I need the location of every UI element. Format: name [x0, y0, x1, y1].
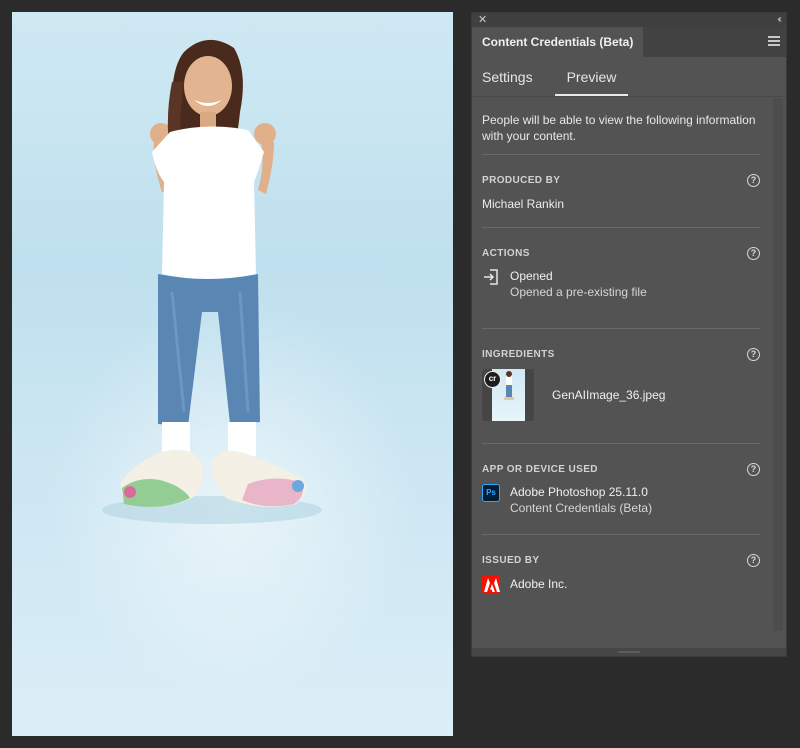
- issuer-name: Adobe Inc.: [510, 577, 568, 591]
- content-credentials-badge-icon: cr: [484, 371, 501, 388]
- photo-woman-clown-shoes: [102, 39, 322, 524]
- photoshop-icon: Ps: [482, 484, 500, 502]
- producer-name: Michael Rankin: [482, 197, 565, 211]
- help-icon[interactable]: ?: [747, 174, 760, 187]
- panel-resize-handle[interactable]: [472, 648, 786, 656]
- intro-text: People will be able to view the followin…: [482, 113, 756, 143]
- help-icon[interactable]: ?: [747, 554, 760, 567]
- open-file-icon: [484, 269, 498, 285]
- panel-tabbar: Content Credentials (Beta): [472, 27, 786, 57]
- section-app-device: APP OR DEVICE USED ? Ps Adobe Photoshop …: [482, 443, 760, 534]
- tab-settings[interactable]: Settings: [482, 57, 545, 96]
- help-icon[interactable]: ?: [747, 348, 760, 361]
- preview-content: People will be able to view the followin…: [472, 98, 770, 644]
- section-actions: ACTIONS ? Opened Opened a pre-existing f…: [482, 227, 760, 328]
- section-title: PRODUCED BY: [482, 175, 561, 186]
- section-ingredients: INGREDIENTS ? cr GenAIImage_36.jpeg: [482, 328, 760, 443]
- panel-topbar: ✕ ‹‹: [472, 13, 786, 27]
- document-canvas[interactable]: [12, 12, 453, 736]
- section-title: APP OR DEVICE USED: [482, 464, 598, 475]
- section-title: ISSUED BY: [482, 555, 540, 566]
- section-title: ACTIONS: [482, 248, 530, 259]
- content-credentials-panel: ✕ ‹‹ Content Credentials (Beta) Settings…: [471, 12, 787, 657]
- tab-content-credentials[interactable]: Content Credentials (Beta): [472, 27, 644, 57]
- app-name: Adobe Photoshop 25.11.0: [510, 485, 648, 499]
- ingredient-thumbnail[interactable]: cr: [482, 369, 534, 421]
- help-icon[interactable]: ?: [747, 247, 760, 260]
- app-plugin: Content Credentials (Beta): [510, 501, 653, 515]
- action-name: Opened: [510, 269, 553, 283]
- adobe-logo-icon: [482, 575, 500, 593]
- tab-preview[interactable]: Preview: [554, 57, 629, 96]
- close-panel-icon[interactable]: ✕: [478, 14, 487, 26]
- panel-scrollbar[interactable]: [773, 98, 783, 631]
- help-icon[interactable]: ?: [747, 463, 760, 476]
- panel-menu-icon[interactable]: [768, 36, 780, 46]
- collapse-panel-icon[interactable]: ‹‹: [777, 15, 781, 25]
- section-produced-by: PRODUCED BY ? Michael Rankin: [482, 154, 760, 227]
- subtab-bar: Settings Preview: [472, 57, 786, 97]
- section-issued-by: ISSUED BY ? Adobe Inc.: [482, 534, 760, 605]
- action-description: Opened a pre-existing file: [510, 285, 647, 299]
- ingredient-filename: GenAIImage_36.jpeg: [552, 388, 666, 402]
- section-title: INGREDIENTS: [482, 349, 555, 360]
